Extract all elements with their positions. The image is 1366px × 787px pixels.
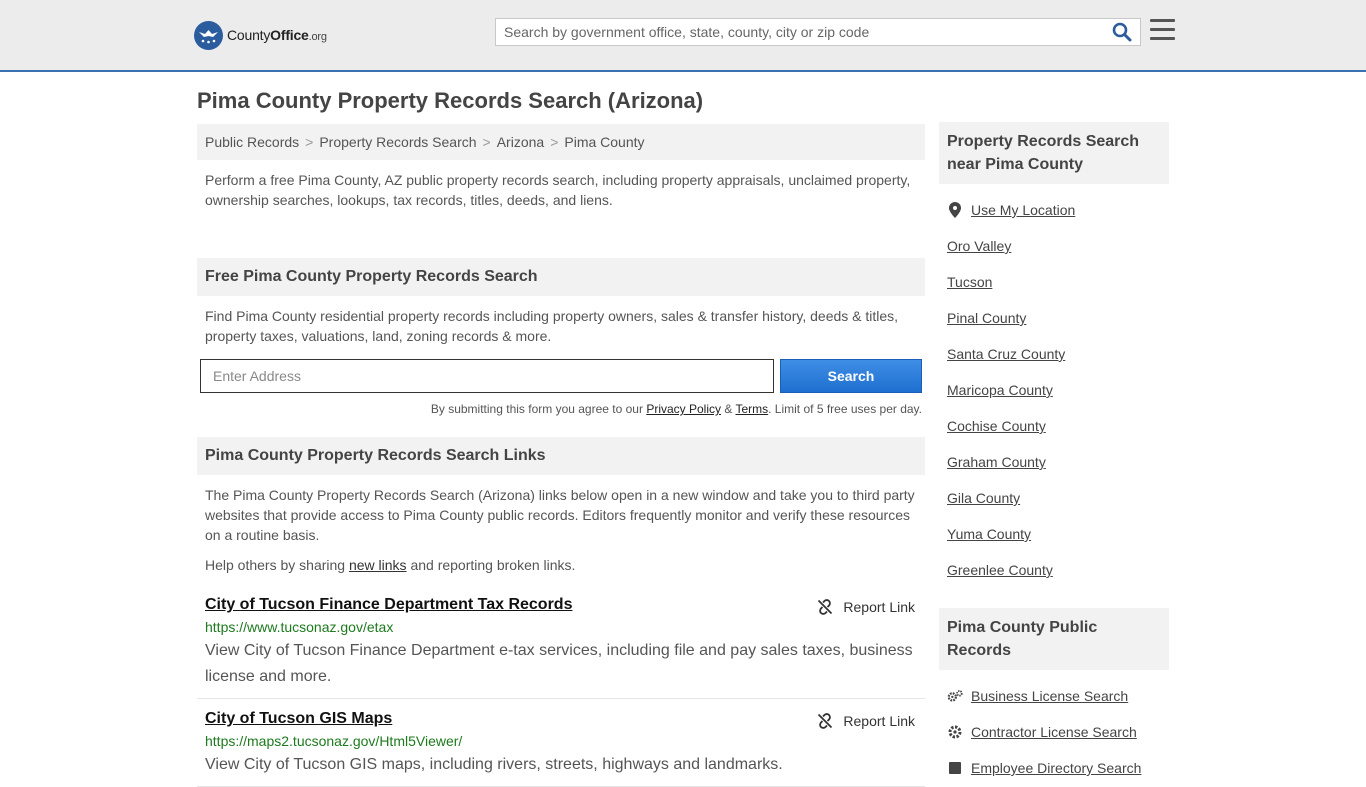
nearby-link[interactable]: Cochise County bbox=[947, 418, 1046, 434]
breadcrumb-separator: > bbox=[305, 134, 314, 150]
report-link-button[interactable]: Report Link bbox=[817, 713, 915, 729]
new-links-link[interactable]: new links bbox=[349, 557, 407, 573]
breadcrumb-property-records-search[interactable]: Property Records Search bbox=[319, 134, 476, 150]
breadcrumb-separator: > bbox=[550, 134, 559, 150]
nearby-link[interactable]: Santa Cruz County bbox=[947, 346, 1065, 362]
address-input[interactable] bbox=[200, 359, 774, 393]
link-title[interactable]: City of Tucson Finance Department Tax Re… bbox=[205, 596, 572, 613]
list-item: Business License Search bbox=[947, 678, 1161, 714]
nearby-link[interactable]: Yuma County bbox=[947, 526, 1031, 542]
list-item: Maricopa County bbox=[947, 372, 1161, 408]
sidebar: Property Records Search near Pima County… bbox=[939, 122, 1169, 786]
main-content: Public Records > Property Records Search > A… bbox=[197, 124, 925, 787]
free-search-text: Find Pima County residential property re… bbox=[205, 308, 899, 344]
nearby-link[interactable]: Maricopa County bbox=[947, 382, 1053, 398]
logo-text: CountyOffice.org bbox=[227, 27, 327, 43]
free-search-heading: Free Pima County Property Records Search bbox=[197, 258, 925, 296]
list-item: Cochise County bbox=[947, 408, 1161, 444]
address-search-button[interactable]: Search bbox=[780, 359, 922, 393]
privacy-policy-link[interactable]: Privacy Policy bbox=[646, 402, 721, 416]
list-item: Oro Valley bbox=[947, 228, 1161, 264]
breadcrumb-pima-county[interactable]: Pima County bbox=[564, 134, 644, 150]
list-item: Tucson bbox=[947, 264, 1161, 300]
list-item: Use My Location bbox=[947, 192, 1161, 228]
id-card-icon bbox=[947, 761, 963, 775]
list-item: Greenlee County bbox=[947, 552, 1161, 588]
gears-icon bbox=[947, 689, 963, 703]
nearby-link[interactable]: Pinal County bbox=[947, 310, 1026, 326]
terms-link[interactable]: Terms bbox=[735, 402, 768, 416]
breadcrumb-separator: > bbox=[482, 134, 491, 150]
nearby-link[interactable]: Gila County bbox=[947, 490, 1020, 506]
report-link-button[interactable]: Report Link bbox=[817, 599, 915, 615]
link-description: View City of Tucson Finance Department e… bbox=[205, 642, 913, 685]
logo-eagle-icon bbox=[194, 20, 223, 50]
search-icon[interactable] bbox=[1112, 22, 1134, 44]
address-search-form: Search bbox=[197, 359, 925, 393]
list-item: Yuma County bbox=[947, 516, 1161, 552]
site-search-input[interactable] bbox=[496, 19, 1096, 45]
business-license-search-link[interactable]: Business License Search bbox=[971, 688, 1128, 704]
site-logo[interactable]: CountyOffice.org bbox=[194, 20, 327, 50]
broken-link-icon bbox=[818, 599, 833, 615]
nearby-link[interactable]: Oro Valley bbox=[947, 238, 1011, 254]
link-title[interactable]: City of Tucson GIS Maps bbox=[205, 710, 392, 727]
list-item: Gila County bbox=[947, 480, 1161, 516]
list-item: City of Tucson Finance Department Tax Re… bbox=[197, 575, 925, 699]
links-section-text: The Pima County Property Records Search … bbox=[205, 487, 915, 543]
public-records-list: Business License Search Contractor Licen… bbox=[939, 670, 1169, 786]
list-item: Contractor License Search bbox=[947, 714, 1161, 750]
list-item: City of Tucson GIS Maps Report Link http… bbox=[197, 699, 925, 787]
nearby-link[interactable]: Tucson bbox=[947, 274, 992, 290]
contractor-license-search-link[interactable]: Contractor License Search bbox=[971, 724, 1137, 740]
link-url: https://www.tucsonaz.gov/etax bbox=[205, 619, 394, 635]
intro-text: Perform a free Pima County, AZ public pr… bbox=[205, 172, 911, 208]
hamburger-menu-icon[interactable] bbox=[1150, 19, 1175, 41]
link-description: View City of Tucson GIS maps, including … bbox=[205, 756, 783, 773]
breadcrumb-arizona[interactable]: Arizona bbox=[497, 134, 544, 150]
breadcrumb: Public Records > Property Records Search > A… bbox=[197, 124, 925, 160]
employee-directory-search-link[interactable]: Employee Directory Search bbox=[971, 760, 1141, 776]
links-section-heading: Pima County Property Records Search Link… bbox=[197, 437, 925, 475]
site-header: CountyOffice.org bbox=[0, 0, 1366, 72]
list-item: Pinal County bbox=[947, 300, 1161, 336]
nearby-list: Use My Location Oro Valley Tucson Pinal … bbox=[939, 184, 1169, 588]
gear-icon bbox=[947, 725, 963, 739]
list-item: Graham County bbox=[947, 444, 1161, 480]
link-url: https://maps2.tucsonaz.gov/Html5Viewer/ bbox=[205, 733, 463, 749]
nearby-heading: Property Records Search near Pima County bbox=[939, 122, 1169, 184]
nearby-link[interactable]: Greenlee County bbox=[947, 562, 1053, 578]
list-item: Employee Directory Search bbox=[947, 750, 1161, 786]
nearby-link[interactable]: Graham County bbox=[947, 454, 1046, 470]
report-link-label: Report Link bbox=[843, 599, 915, 615]
report-link-label: Report Link bbox=[843, 713, 915, 729]
use-my-location-link[interactable]: Use My Location bbox=[971, 202, 1075, 218]
terms-notice: By submitting this form you agree to our… bbox=[430, 402, 922, 416]
broken-link-icon bbox=[818, 713, 833, 729]
page-title: Pima County Property Records Search (Ari… bbox=[197, 88, 704, 113]
map-pin-icon bbox=[947, 202, 963, 218]
help-text: Help others by sharing new links and rep… bbox=[205, 557, 576, 573]
site-search bbox=[495, 18, 1141, 46]
list-item: Santa Cruz County bbox=[947, 336, 1161, 372]
public-records-heading: Pima County Public Records bbox=[939, 608, 1169, 670]
breadcrumb-public-records[interactable]: Public Records bbox=[205, 134, 299, 150]
